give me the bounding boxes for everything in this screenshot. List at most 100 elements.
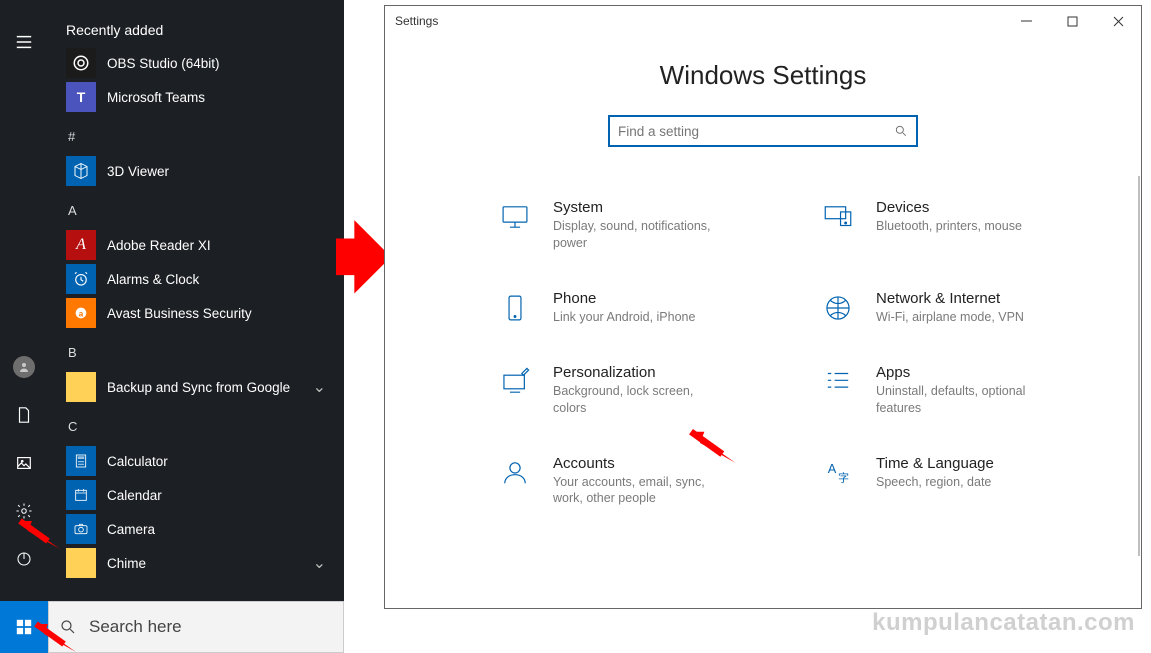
adobe-icon: A — [66, 230, 96, 260]
category-system[interactable]: System Display, sound, notifications, pow… — [497, 199, 796, 252]
category-phone[interactable]: Phone Link your Android, iPhone — [497, 290, 796, 326]
app-backup-sync-google[interactable]: Backup and Sync from Google ⌄ — [66, 370, 330, 404]
annotation-arrow-personalization — [684, 425, 736, 463]
documents-button[interactable] — [0, 391, 48, 439]
category-desc: Bluetooth, printers, mouse — [876, 218, 1022, 235]
app-label: Microsoft Teams — [107, 90, 205, 105]
system-icon — [497, 199, 533, 235]
phone-icon — [497, 290, 533, 326]
chevron-down-icon: ⌄ — [313, 377, 326, 397]
chevron-down-icon: ⌄ — [313, 553, 326, 573]
folder-icon — [66, 372, 96, 402]
window-title: Settings — [385, 14, 438, 28]
category-personalization[interactable]: Personalization Background, lock screen, … — [497, 364, 796, 417]
app-camera[interactable]: Camera — [66, 512, 330, 546]
category-title: Phone — [553, 290, 695, 307]
maximize-button[interactable] — [1049, 6, 1095, 36]
search-icon — [894, 124, 908, 138]
settings-search-input[interactable] — [618, 124, 894, 139]
apps-list[interactable]: Recently added OBS Studio (64bit) T Micro… — [48, 0, 344, 601]
letter-header-c[interactable]: C — [68, 414, 330, 438]
teams-icon: T — [66, 82, 96, 112]
app-label: Camera — [107, 522, 155, 537]
time-language-icon: A字 — [820, 455, 856, 491]
pictures-button[interactable] — [0, 439, 48, 487]
app-label: Backup and Sync from Google — [107, 380, 290, 395]
settings-categories: System Display, sound, notifications, pow… — [385, 199, 1141, 507]
app-calculator[interactable]: Calculator — [66, 444, 330, 478]
category-title: System — [553, 199, 723, 216]
personalization-icon — [497, 364, 533, 400]
close-button[interactable] — [1095, 6, 1141, 36]
category-apps[interactable]: Apps Uninstall, defaults, optional featur… — [820, 364, 1119, 417]
user-account-button[interactable] — [0, 343, 48, 391]
category-desc: Link your Android, iPhone — [553, 309, 695, 326]
app-label: Chime — [107, 556, 146, 571]
annotation-arrow-settings — [14, 515, 60, 549]
app-label: Adobe Reader XI — [107, 238, 211, 253]
svg-text:a: a — [79, 309, 84, 318]
svg-text:A: A — [828, 461, 837, 476]
page-title: Windows Settings — [385, 60, 1141, 91]
category-desc: Display, sound, notifications, power — [553, 218, 723, 252]
category-title: Personalization — [553, 364, 723, 381]
recently-added-header: Recently added — [66, 22, 330, 38]
search-placeholder: Search here — [89, 617, 182, 637]
calendar-icon — [66, 480, 96, 510]
category-title: Time & Language — [876, 455, 994, 472]
scrollbar[interactable] — [1138, 176, 1140, 556]
app-adobe-reader[interactable]: A Adobe Reader XI — [66, 228, 330, 262]
category-time-language[interactable]: A字 Time & Language Speech, region, date — [820, 455, 1119, 508]
category-accounts[interactable]: AccountsYour accounts, email, sync, work… — [497, 455, 796, 508]
app-label: Alarms & Clock — [107, 272, 199, 287]
category-desc: Wi-Fi, airplane mode, VPN — [876, 309, 1024, 326]
clock-icon — [66, 264, 96, 294]
cube-icon — [66, 156, 96, 186]
category-network[interactable]: Network & Internet Wi-Fi, airplane mode, … — [820, 290, 1119, 326]
annotation-arrow-start — [30, 618, 76, 652]
letter-header-hash[interactable]: # — [68, 124, 330, 148]
settings-window: Settings Windows Settings System Display,… — [384, 5, 1142, 609]
minimize-button[interactable] — [1003, 6, 1049, 36]
annotation-big-arrow — [336, 211, 391, 311]
app-avast[interactable]: a Avast Business Security — [66, 296, 330, 330]
app-microsoft-teams[interactable]: T Microsoft Teams — [66, 80, 330, 114]
apps-icon — [820, 364, 856, 400]
taskbar-search[interactable]: Search here — [48, 601, 344, 653]
app-label: OBS Studio (64bit) — [107, 56, 220, 71]
app-label: Calendar — [107, 488, 162, 503]
app-obs-studio[interactable]: OBS Studio (64bit) — [66, 46, 330, 80]
app-3d-viewer[interactable]: 3D Viewer — [66, 154, 330, 188]
start-rail — [0, 0, 48, 601]
category-title: Apps — [876, 364, 1046, 381]
calculator-icon — [66, 446, 96, 476]
category-desc: Your accounts, email, sync, work, other … — [553, 474, 723, 508]
letter-header-a[interactable]: A — [68, 198, 330, 222]
category-desc: Speech, region, date — [876, 474, 994, 491]
devices-icon — [820, 199, 856, 235]
camera-icon — [66, 514, 96, 544]
globe-icon — [820, 290, 856, 326]
start-menu: Recently added OBS Studio (64bit) T Micro… — [0, 0, 344, 653]
watermark: kumpulancatatan.com — [872, 609, 1135, 637]
category-devices[interactable]: Devices Bluetooth, printers, mouse — [820, 199, 1119, 252]
app-label: Avast Business Security — [107, 306, 252, 321]
hamburger-button[interactable] — [0, 18, 48, 66]
category-desc: Uninstall, defaults, optional features — [876, 383, 1046, 417]
folder-icon — [66, 548, 96, 578]
accounts-icon — [497, 455, 533, 491]
obs-icon — [66, 48, 96, 78]
settings-search[interactable] — [608, 115, 918, 147]
category-title: Network & Internet — [876, 290, 1024, 307]
category-desc: Background, lock screen, colors — [553, 383, 723, 417]
app-chime[interactable]: Chime ⌄ — [66, 546, 330, 580]
category-title: Devices — [876, 199, 1022, 216]
avast-icon: a — [66, 298, 96, 328]
svg-text:字: 字 — [838, 470, 849, 484]
app-calendar[interactable]: Calendar — [66, 478, 330, 512]
app-label: Calculator — [107, 454, 168, 469]
letter-header-b[interactable]: B — [68, 340, 330, 364]
app-alarms-clock[interactable]: Alarms & Clock — [66, 262, 330, 296]
app-label: 3D Viewer — [107, 164, 169, 179]
titlebar[interactable]: Settings — [385, 6, 1141, 36]
